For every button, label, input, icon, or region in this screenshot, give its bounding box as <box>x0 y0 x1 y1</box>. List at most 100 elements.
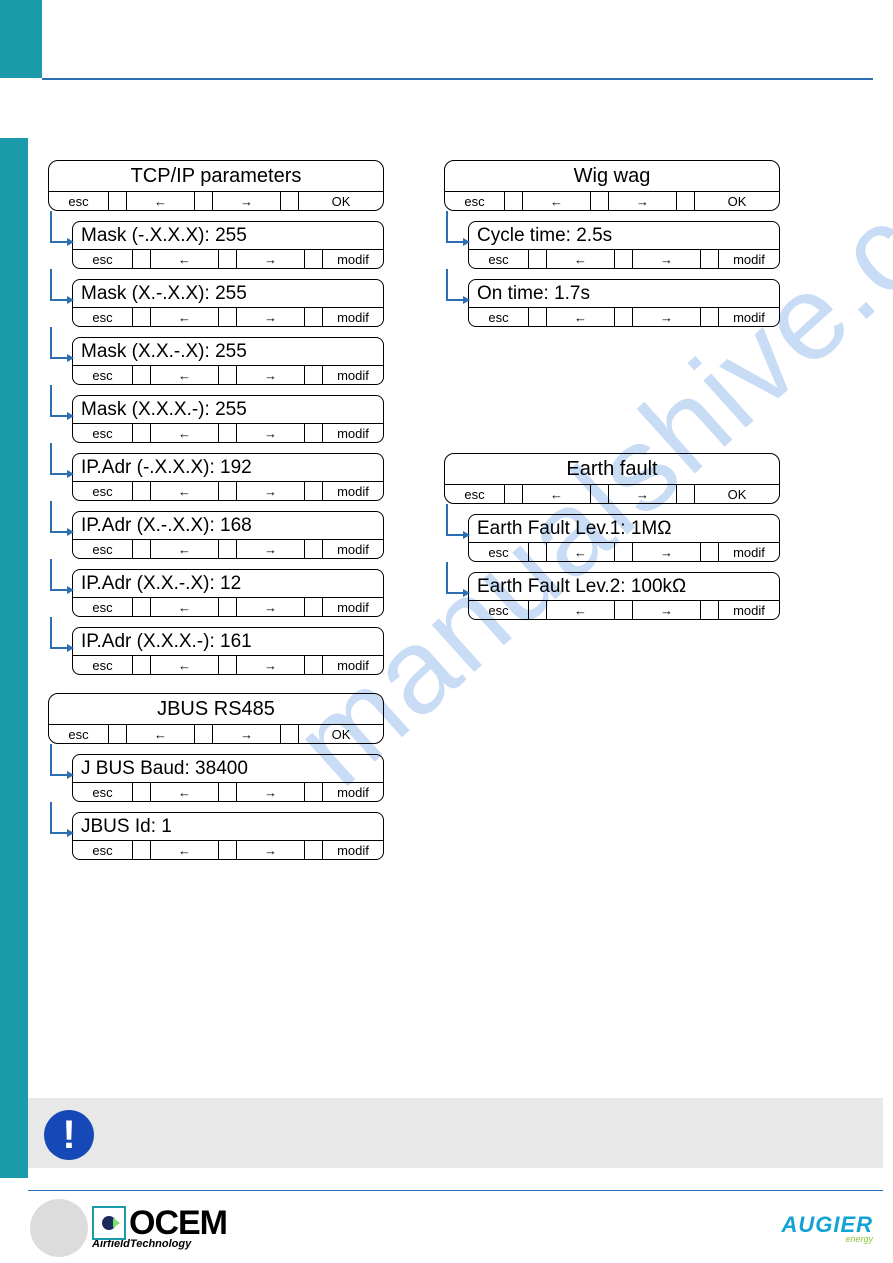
arrow-icon <box>50 443 72 475</box>
left-arrow-button[interactable]: ← <box>547 601 615 619</box>
spacer <box>677 192 695 210</box>
esc-button[interactable]: esc <box>73 656 133 674</box>
left-arrow-button[interactable]: ← <box>547 250 615 268</box>
right-arrow-button[interactable]: → <box>609 192 677 210</box>
left-arrow-button[interactable]: ← <box>547 308 615 326</box>
left-arrow-button[interactable]: ← <box>151 540 219 558</box>
arrow-icon <box>446 211 468 243</box>
modif-button[interactable]: modif <box>323 366 383 384</box>
left-arrow-button[interactable]: ← <box>523 485 591 503</box>
esc-button[interactable]: esc <box>469 601 529 619</box>
modif-button[interactable]: modif <box>323 783 383 801</box>
right-arrow-button[interactable]: → <box>237 424 305 442</box>
esc-button[interactable]: esc <box>73 783 133 801</box>
right-arrow-button[interactable]: → <box>237 250 305 268</box>
modif-button[interactable]: modif <box>719 601 779 619</box>
left-arrow-button[interactable]: ← <box>127 192 195 210</box>
spacer <box>677 485 695 503</box>
ok-button[interactable]: OK <box>299 192 383 210</box>
left-arrow-button[interactable]: ← <box>151 366 219 384</box>
right-arrow-button[interactable]: → <box>237 598 305 616</box>
modif-button[interactable]: modif <box>323 656 383 674</box>
esc-button[interactable]: esc <box>469 250 529 268</box>
right-arrow-button[interactable]: → <box>237 482 305 500</box>
esc-button[interactable]: esc <box>445 192 505 210</box>
left-arrow-button[interactable]: ← <box>151 250 219 268</box>
right-arrow-button[interactable]: → <box>237 783 305 801</box>
esc-button[interactable]: esc <box>445 485 505 503</box>
right-arrow-button[interactable]: → <box>633 308 701 326</box>
right-arrow-button[interactable]: → <box>237 656 305 674</box>
esc-button[interactable]: esc <box>73 841 133 859</box>
modif-button[interactable]: modif <box>323 424 383 442</box>
spacer <box>701 250 719 268</box>
modif-button[interactable]: modif <box>323 540 383 558</box>
modif-button[interactable]: modif <box>323 308 383 326</box>
esc-button[interactable]: esc <box>469 308 529 326</box>
modif-button[interactable]: modif <box>719 308 779 326</box>
menu-item: Cycle time: 2.5sesc←→modif <box>468 221 780 269</box>
modif-button[interactable]: modif <box>719 543 779 561</box>
left-arrow-button[interactable]: ← <box>547 543 615 561</box>
button-row: esc ← → modif <box>469 250 779 268</box>
menu-item-wrap: IP.Adr (X.X.-.X): 12esc←→modif <box>72 569 384 617</box>
modif-button[interactable]: modif <box>323 841 383 859</box>
spacer <box>305 482 323 500</box>
left-arrow-button[interactable]: ← <box>151 783 219 801</box>
esc-button[interactable]: esc <box>73 482 133 500</box>
modif-button[interactable]: modif <box>323 482 383 500</box>
menu-item-wrap: IP.Adr (X.X.X.-): 161esc ← → modif <box>72 627 384 675</box>
button-row: esc ← → modif <box>469 308 779 326</box>
modif-button[interactable]: modif <box>719 250 779 268</box>
button-row: esc ← → OK <box>445 485 779 503</box>
menu-items: Cycle time: 2.5sesc←→modifOn time: 1.7se… <box>468 211 780 327</box>
arrow-icon <box>446 269 468 301</box>
right-arrow-button[interactable]: → <box>237 308 305 326</box>
ok-button[interactable]: OK <box>695 192 779 210</box>
left-arrow-button[interactable]: ← <box>151 308 219 326</box>
button-row: esc ← → modif <box>73 308 383 326</box>
menu-item-wrap: IP.Adr (-.X.X.X): 192esc←→modif <box>72 453 384 501</box>
button-row: esc ← → OK <box>49 192 383 210</box>
spacer <box>133 366 151 384</box>
esc-button[interactable]: esc <box>73 424 133 442</box>
left-arrow-button[interactable]: ← <box>151 841 219 859</box>
right-arrow-button[interactable]: → <box>237 366 305 384</box>
left-arrow-button[interactable]: ← <box>523 192 591 210</box>
spacer <box>529 250 547 268</box>
left-arrow-button[interactable]: ← <box>151 598 219 616</box>
right-arrow-button[interactable]: → <box>633 601 701 619</box>
right-arrow-button[interactable]: → <box>609 485 677 503</box>
menu-header: Earth faultesc←→OK <box>444 453 780 504</box>
esc-button[interactable]: esc <box>73 250 133 268</box>
esc-button[interactable]: esc <box>73 598 133 616</box>
menu-item: Mask (X.-.X.X): 255esc←→modif <box>72 279 384 327</box>
right-arrow-button[interactable]: → <box>237 540 305 558</box>
ok-button[interactable]: OK <box>695 485 779 503</box>
esc-button[interactable]: esc <box>73 308 133 326</box>
left-arrow-button[interactable]: ← <box>127 725 195 743</box>
left-arrow-button[interactable]: ← <box>151 656 219 674</box>
modif-button[interactable]: modif <box>323 598 383 616</box>
left-arrow-button[interactable]: ← <box>151 482 219 500</box>
arrow-icon <box>50 501 72 533</box>
esc-button[interactable]: esc <box>49 725 109 743</box>
esc-button[interactable]: esc <box>49 192 109 210</box>
right-arrow-button[interactable]: → <box>633 250 701 268</box>
content-area: TCP/IP parametersesc←→OKMask (-.X.X.X): … <box>48 160 865 860</box>
arrow-icon <box>446 562 468 594</box>
left-arrow-button[interactable]: ← <box>151 424 219 442</box>
menu-item: IP.Adr (-.X.X.X): 192esc←→modif <box>72 453 384 501</box>
right-arrow-button[interactable]: → <box>213 725 281 743</box>
ok-button[interactable]: OK <box>299 725 383 743</box>
spacer <box>281 725 299 743</box>
esc-button[interactable]: esc <box>73 540 133 558</box>
footer: OCEM AirfieldTechnology AUGIER energy <box>30 1197 873 1259</box>
menu-item-label: IP.Adr (X.X.X.-): 161 <box>73 628 383 656</box>
modif-button[interactable]: modif <box>323 250 383 268</box>
esc-button[interactable]: esc <box>73 366 133 384</box>
esc-button[interactable]: esc <box>469 543 529 561</box>
right-arrow-button[interactable]: → <box>237 841 305 859</box>
right-arrow-button[interactable]: → <box>213 192 281 210</box>
right-arrow-button[interactable]: → <box>633 543 701 561</box>
